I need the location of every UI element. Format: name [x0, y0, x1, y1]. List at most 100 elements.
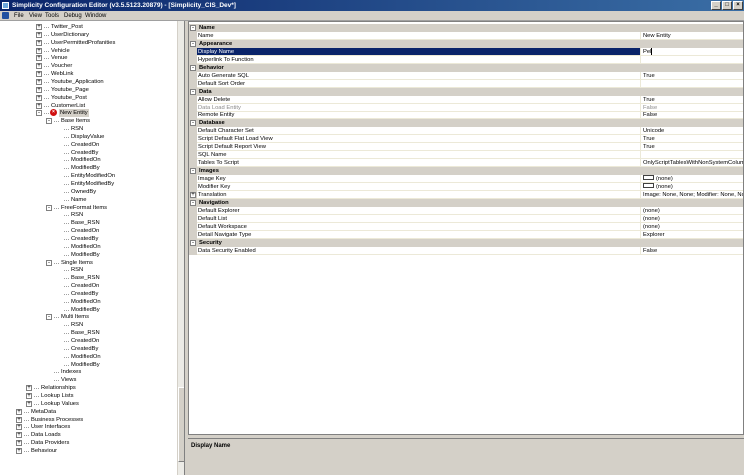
property-row[interactable]: SQL Name [189, 151, 743, 160]
property-name[interactable]: Data Load Entity [197, 103, 641, 112]
tree-node[interactable]: Indexes [0, 368, 177, 376]
property-value[interactable]: (none) [641, 175, 743, 184]
property-value[interactable]: False [641, 111, 743, 120]
expand-icon[interactable]: + [16, 440, 22, 447]
property-value[interactable]: True [641, 96, 743, 104]
tree-node[interactable]: + CustomerList [0, 102, 177, 110]
property-name[interactable]: Auto Generate SQL [197, 71, 641, 80]
property-row[interactable]: Default Workspace (none) [189, 222, 743, 231]
property-name[interactable]: Default Explorer [197, 206, 641, 215]
expand-icon[interactable]: + [16, 408, 22, 415]
collapse-icon[interactable]: - [190, 25, 196, 31]
tree-node[interactable]: + Relationships [0, 384, 177, 392]
property-row[interactable]: Script Default Flat Load View True [189, 135, 743, 144]
collapse-icon[interactable]: - [190, 168, 196, 175]
property-row[interactable]: Display Name Pel [189, 47, 743, 56]
property-row[interactable]: Hyperlink To Function [189, 55, 743, 64]
tree-node[interactable]: + UserPermittedProfanities [0, 39, 177, 47]
property-value[interactable]: Explorer [641, 231, 743, 239]
menu-window[interactable]: Window [85, 13, 106, 19]
menu-debug[interactable]: Debug [64, 13, 82, 19]
property-name[interactable]: Translation [197, 190, 641, 199]
tree-node[interactable]: ModifiedOn [0, 353, 177, 361]
collapse-icon[interactable]: - [46, 118, 52, 125]
property-value[interactable]: False [641, 247, 743, 255]
tree-node[interactable]: - Multi Items [0, 313, 177, 321]
property-row[interactable]: Remote Entity False [189, 111, 743, 120]
tree-node[interactable]: CreatedBy [0, 290, 177, 298]
property-name[interactable]: Remote Entity [197, 111, 641, 120]
collapse-icon[interactable]: - [190, 40, 196, 47]
property-name[interactable]: Modifier Key [197, 183, 641, 191]
property-value[interactable]: New Entity [641, 32, 743, 40]
expand-icon[interactable]: + [36, 39, 42, 46]
property-row[interactable]: Auto Generate SQL True [189, 71, 743, 80]
menu-view[interactable]: View [29, 13, 42, 19]
property-name[interactable]: Script Default Flat Load View [197, 135, 641, 144]
tree-node[interactable]: Name [0, 196, 177, 204]
expand-icon[interactable]: + [190, 191, 196, 198]
tree-node[interactable]: + User Interfaces [0, 423, 177, 431]
property-name[interactable]: Detail Navigate Type [197, 230, 641, 239]
property-value[interactable]: OnlyScriptTablesWithNonSystemColumns [641, 159, 743, 168]
expand-icon[interactable]: + [36, 63, 42, 70]
property-row[interactable]: Data Security Enabled False [189, 246, 743, 255]
collapse-icon[interactable]: - [190, 239, 196, 246]
tree-node[interactable]: EntityModifiedOn [0, 172, 177, 180]
tree-vertical-scrollbar[interactable] [177, 21, 184, 475]
menu-tools[interactable]: Tools [45, 13, 59, 19]
tree-node[interactable]: CreatedBy [0, 149, 177, 157]
property-row[interactable]: Default List (none) [189, 214, 743, 223]
collapse-icon[interactable]: - [36, 110, 42, 117]
expand-icon[interactable]: + [26, 400, 32, 407]
property-category[interactable]: - Appearance [189, 39, 743, 48]
tree-node[interactable]: ModifiedBy [0, 306, 177, 314]
property-row[interactable]: Allow Delete True [189, 95, 743, 104]
tree-node[interactable]: ModifiedBy [0, 164, 177, 172]
property-name[interactable]: Default List [197, 214, 641, 223]
tree-node[interactable]: ModifiedBy [0, 361, 177, 369]
tree-node[interactable]: + Youtube_Post [0, 94, 177, 102]
property-value[interactable]: (none) [641, 223, 743, 231]
property-value[interactable]: True [641, 72, 743, 80]
tree-node[interactable]: - × New Entity [0, 109, 177, 118]
property-value[interactable]: Unicode [641, 127, 743, 136]
tree-node[interactable]: + Behaviour [0, 447, 177, 455]
property-category[interactable]: - Data [189, 87, 743, 96]
property-row[interactable]: Default Sort Order [189, 79, 743, 88]
property-value[interactable]: (none) [641, 215, 743, 223]
expand-icon[interactable]: + [36, 102, 42, 109]
tree-node[interactable]: - Single Items [0, 259, 177, 267]
tree-node[interactable]: EntityModifiedBy [0, 180, 177, 188]
tree-node[interactable]: + Voucher [0, 62, 177, 70]
tree-node[interactable]: RSN [0, 125, 177, 133]
property-category[interactable]: - Navigation [189, 198, 743, 207]
property-name[interactable]: SQL Name [197, 151, 641, 160]
tree-node[interactable]: OwnedBy [0, 188, 177, 196]
expand-icon[interactable]: + [36, 78, 42, 85]
tree-node[interactable]: + Twitter_Post [0, 23, 177, 31]
tree-node[interactable]: + Lookup Values [0, 400, 177, 408]
tree-node[interactable]: + Lookup Lists [0, 392, 177, 400]
property-name[interactable]: Default Character Set [197, 127, 641, 136]
expand-icon[interactable]: + [16, 432, 22, 439]
tree-node[interactable]: - FreeFormat Items [0, 204, 177, 212]
tree-node[interactable]: + Data Providers [0, 439, 177, 447]
property-value[interactable]: (none) [641, 207, 743, 215]
expand-icon[interactable]: + [36, 86, 42, 93]
tree-node[interactable]: Views [0, 376, 177, 384]
tree-node[interactable]: RSN [0, 266, 177, 274]
property-name[interactable]: Data Security Enabled [197, 246, 641, 255]
property-value[interactable] [641, 56, 743, 64]
tree-node[interactable]: CreatedBy [0, 345, 177, 353]
property-value-editor[interactable]: Pel [641, 47, 743, 56]
property-name[interactable]: Allow Delete [197, 95, 641, 104]
expand-icon[interactable]: + [36, 55, 42, 62]
solution-tree[interactable]: + Twitter_Post + UserDictionary + UserPermitt… [0, 21, 185, 475]
tree-node[interactable]: + MetaData [0, 408, 177, 416]
tree-node[interactable]: + Vehicle [0, 47, 177, 55]
tree-node[interactable]: - Base Items [0, 117, 177, 125]
property-value[interactable]: Image: None, None; Modifier: None, None [641, 191, 743, 199]
property-name[interactable]: Name [197, 31, 641, 40]
property-value[interactable]: True [641, 143, 743, 152]
